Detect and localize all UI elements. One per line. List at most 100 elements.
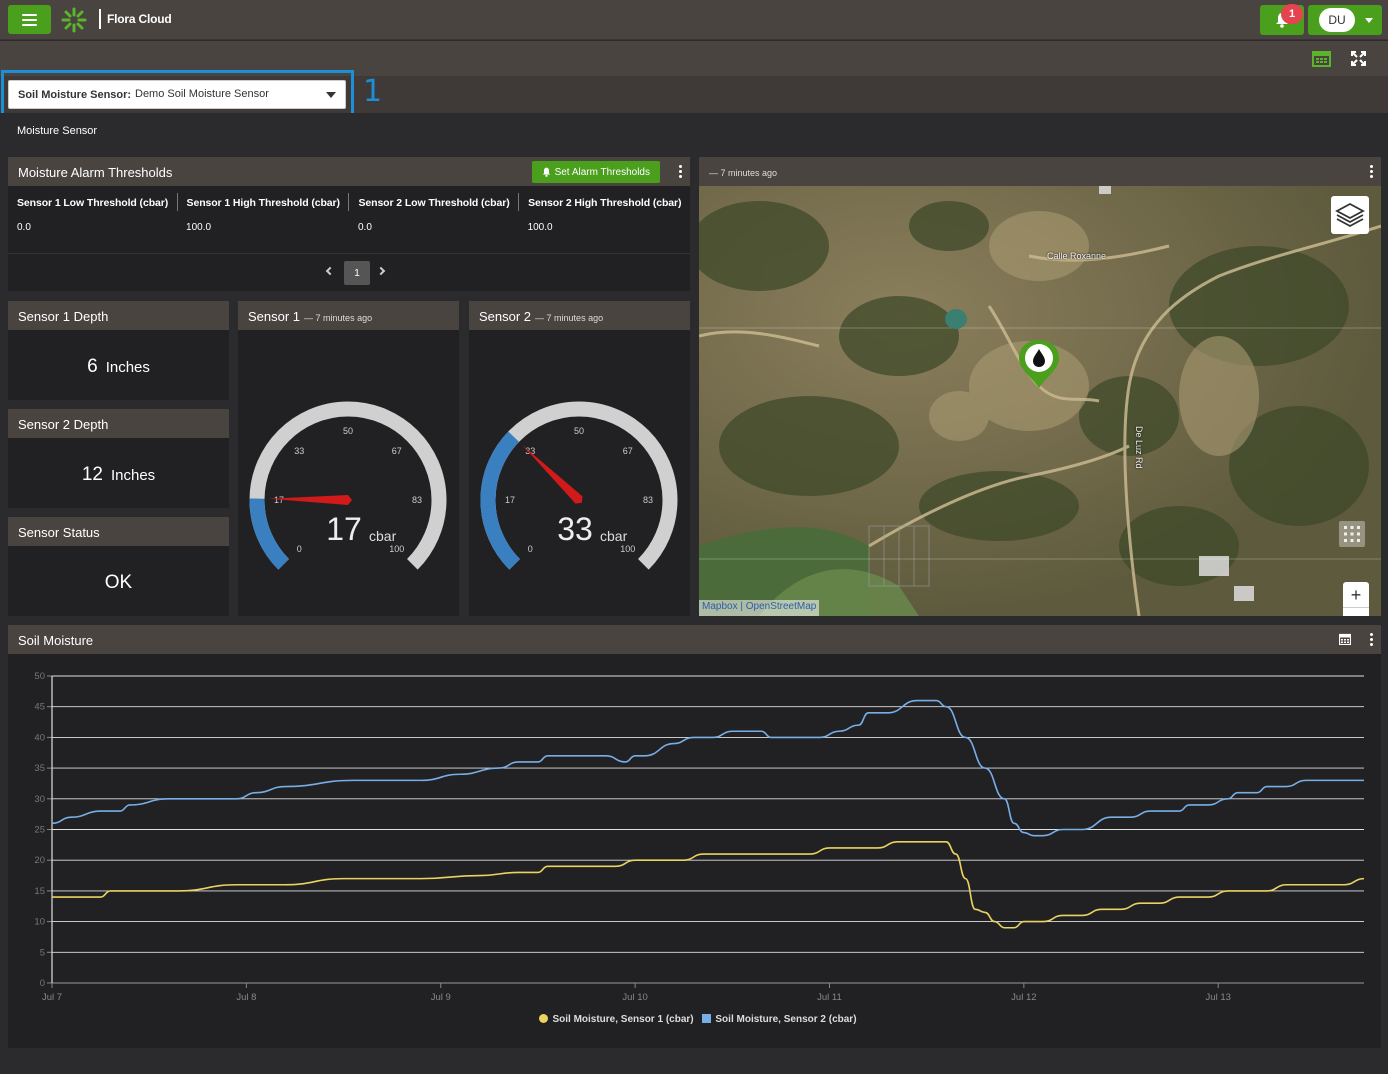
- y-tick-label: 5: [40, 947, 45, 958]
- flora-logo-icon: [61, 7, 87, 33]
- panel-header: Soil Moisture: [8, 625, 1381, 654]
- y-tick-label: 50: [34, 671, 45, 682]
- panel-title: Sensor 1— 7 minutes ago: [248, 309, 372, 324]
- map-attribution: Mapbox | OpenStreetMap: [699, 600, 820, 616]
- table-cell: 100.0: [527, 221, 553, 233]
- sensor1-depth-card: Sensor 1 Depth 6 Inches: [8, 301, 229, 400]
- gauge-needle: [522, 445, 583, 504]
- button-label: Set Alarm Thresholds: [554, 166, 650, 178]
- depth-value: 12 Inches: [8, 464, 229, 486]
- depth-unit: Inches: [110, 467, 156, 484]
- page-number-button[interactable]: 1: [344, 261, 370, 285]
- gauge-tick-label: 17: [274, 495, 284, 505]
- y-tick-label: 10: [34, 917, 45, 928]
- zoom-in-button[interactable]: +: [1343, 582, 1369, 608]
- legend-label: Soil Moisture, Sensor 2 (cbar): [715, 1014, 857, 1025]
- legend-item-sensor2[interactable]: Soil Moisture, Sensor 2 (cbar): [702, 1014, 857, 1025]
- fullscreen-icon[interactable]: [1350, 50, 1367, 67]
- kebab-menu-icon[interactable]: [1369, 165, 1373, 178]
- bell-icon: [542, 167, 550, 177]
- chevron-left-icon[interactable]: [325, 266, 335, 276]
- mapbox-link[interactable]: Mapbox: [702, 601, 738, 612]
- map-zoom-control: + −: [1343, 582, 1369, 616]
- legend-item-sensor1[interactable]: Soil Moisture, Sensor 1 (cbar): [539, 1014, 694, 1025]
- x-tick-label: Jul 12: [1011, 992, 1036, 1003]
- set-alarm-thresholds-button[interactable]: Set Alarm Thresholds: [531, 161, 660, 183]
- legend-circle-icon: [539, 1014, 549, 1023]
- panel-title: Sensor 2— 7 minutes ago: [479, 309, 603, 324]
- status-value: OK: [104, 572, 133, 593]
- gauge-tick-label: 33: [525, 446, 535, 456]
- column-header[interactable]: Sensor 1 High Threshold (cbar): [177, 193, 350, 211]
- gauge-timestamp: — 7 minutes ago: [535, 313, 604, 323]
- gauge-tick-label: 0: [297, 544, 302, 554]
- panel-title: Sensor 1 Depth: [18, 309, 109, 324]
- kebab-menu-icon[interactable]: [678, 165, 682, 178]
- satellite-map[interactable]: Calle Roxanne De Luz Rd + − Ma: [699, 186, 1381, 616]
- page-subtitle: Moisture Sensor: [17, 125, 98, 137]
- alarm-thresholds-panel: Moisture Alarm Thresholds Set Alarm Thre…: [8, 157, 690, 291]
- y-tick-label: 0: [40, 978, 45, 989]
- table-cell: 0.0: [17, 221, 31, 233]
- openstreetmap-link[interactable]: OpenStreetMap: [746, 601, 817, 612]
- layers-icon: [1335, 202, 1365, 228]
- column-header[interactable]: Sensor 2 High Threshold (cbar): [519, 193, 690, 211]
- notification-badge: 1: [1281, 4, 1303, 24]
- y-tick-label: 15: [34, 886, 45, 897]
- thresholds-table: Sensor 1 Low Threshold (cbar) Sensor 1 H…: [8, 193, 690, 235]
- legend-square-icon: [702, 1014, 712, 1023]
- depth-number: 12: [81, 464, 103, 485]
- gauge-tick-label: 100: [620, 544, 635, 554]
- table-divider: [8, 253, 690, 254]
- gauge-tick-label: 0: [528, 544, 533, 554]
- gauge-tick-label: 33: [294, 446, 304, 456]
- gauge-timestamp: — 7 minutes ago: [304, 313, 373, 323]
- map-panel: — 7 minutes ago Calle Roxanne De Luz Rd …: [699, 157, 1381, 616]
- y-tick-label: 25: [34, 825, 45, 836]
- panel-title: Moisture Alarm Thresholds: [18, 165, 173, 180]
- gauge-title: Sensor 2: [479, 309, 532, 324]
- sensor2-gauge: 0 17 33 50 67 83 100 33 cbar: [480, 401, 678, 570]
- callout-highlight-box: [1, 70, 354, 116]
- sensor-status-card: Sensor Status OK: [8, 517, 229, 616]
- depth-unit: Inches: [105, 359, 150, 376]
- zoom-out-button[interactable]: −: [1343, 608, 1369, 616]
- gauge-tick-label: 83: [643, 495, 653, 505]
- gauge-unit: cbar: [369, 528, 397, 544]
- gauge-tick-label: 83: [412, 495, 422, 505]
- sensor2-gauge-panel: Sensor 2— 7 minutes ago 0 17 33 50 67 83 100 33…: [469, 301, 690, 616]
- menu-button[interactable]: [8, 5, 51, 34]
- gauge-tick-label: 67: [623, 446, 633, 456]
- map-road-label: De Luz Rd: [1134, 426, 1144, 469]
- chevron-right-icon[interactable]: [376, 266, 386, 276]
- gauge-tick-label: 67: [392, 446, 402, 456]
- panel-header: — 7 minutes ago: [699, 157, 1381, 186]
- gauge-value: 33: [557, 511, 593, 547]
- user-avatar: DU: [1319, 8, 1355, 32]
- panel-title: Soil Moisture: [18, 633, 94, 648]
- grid-icon[interactable]: [1339, 521, 1365, 547]
- gauge-fill: [249, 498, 290, 570]
- legend-label: Soil Moisture, Sensor 1 (cbar): [552, 1014, 694, 1025]
- user-menu-button[interactable]: DU: [1308, 5, 1382, 35]
- panel-header: Sensor 1— 7 minutes ago: [238, 301, 459, 330]
- column-header[interactable]: Sensor 2 Low Threshold (cbar): [348, 193, 520, 211]
- map-layers-button[interactable]: [1331, 196, 1369, 234]
- y-tick-label: 30: [34, 794, 45, 805]
- caret-down-icon: [1365, 18, 1373, 23]
- column-header[interactable]: Sensor 1 Low Threshold (cbar): [8, 193, 178, 211]
- panel-header: Moisture Alarm Thresholds Set Alarm Thre…: [8, 157, 690, 186]
- calendar-icon[interactable]: [1312, 50, 1331, 67]
- gauge-value: 17: [326, 511, 362, 547]
- panel-title: Sensor Status: [18, 525, 100, 540]
- map-road-label: Calle Roxanne: [1047, 251, 1107, 261]
- map-timestamp: — 7 minutes ago: [709, 168, 778, 178]
- panel-header: Sensor Status: [8, 517, 229, 546]
- calendar-icon[interactable]: [1339, 633, 1351, 645]
- gauge-unit: cbar: [600, 528, 628, 544]
- hamburger-icon: [22, 13, 37, 26]
- kebab-menu-icon[interactable]: [1369, 633, 1373, 646]
- gauge-tick-label: 50: [574, 426, 584, 436]
- panel-header: Sensor 2— 7 minutes ago: [469, 301, 690, 330]
- gauge-tick-label: 100: [389, 544, 404, 554]
